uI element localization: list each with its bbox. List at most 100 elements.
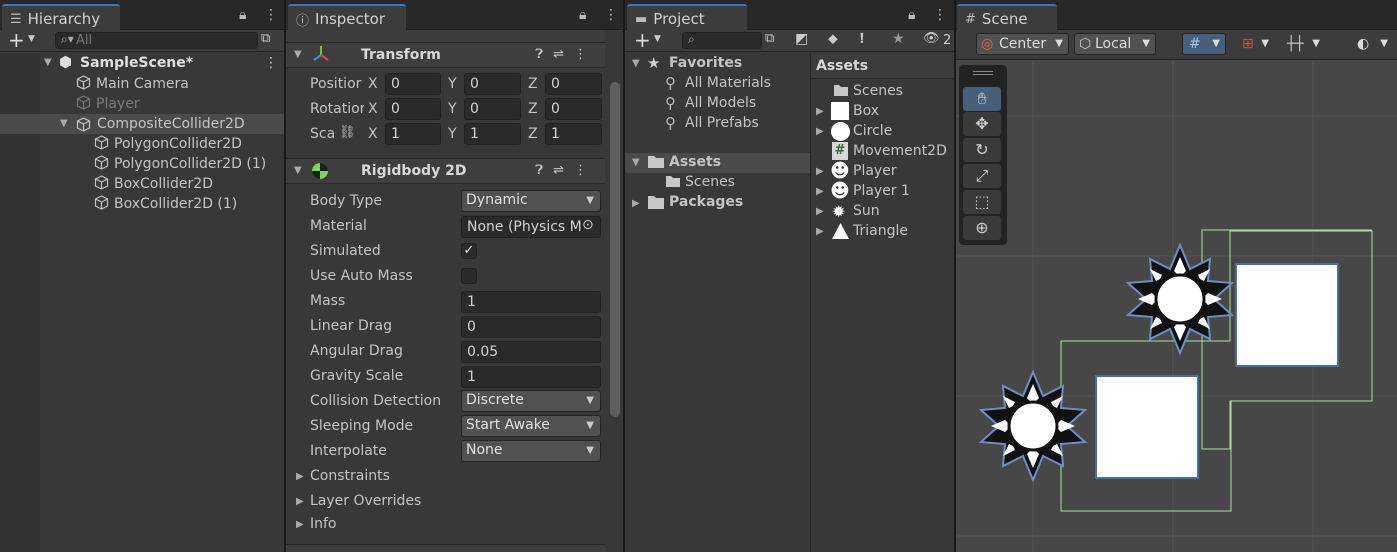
scale-x-label[interactable]: X xyxy=(368,126,378,142)
angular-drag-field[interactable]: 0.05 xyxy=(461,341,601,363)
favorites-header[interactable]: Favorites xyxy=(669,55,742,71)
material-field[interactable]: None (Physics M xyxy=(461,216,601,238)
filter-log-icon[interactable]: ❗︎ xyxy=(860,31,864,47)
assets-folder[interactable]: Assets xyxy=(669,154,721,170)
asset-player-1[interactable]: Player 1 xyxy=(853,183,910,199)
tool-palette-handle[interactable] xyxy=(973,71,993,75)
rigidbody-header[interactable]: ▼ Rigidbody 2D ❓︎⇌⋮ xyxy=(286,158,605,184)
expand-arrow-icon[interactable]: ▶ xyxy=(296,496,304,507)
scene-row[interactable]: ▼ ⬢ SampleScene* ⋮ xyxy=(0,53,284,73)
hierarchy-item-compositecollider2d[interactable]: ▼ CompositeCollider2D xyxy=(0,114,284,134)
grid-visibility-dropdown[interactable]: ┼┼ ▼ xyxy=(1280,33,1326,55)
lock-icon[interactable]: 🔒︎ xyxy=(239,7,246,23)
collapse-arrow-icon[interactable]: ▼ xyxy=(632,58,640,69)
collapse-arrow-icon[interactable]: ▼ xyxy=(60,114,68,134)
increment-snap-toggle[interactable]: ⊞ ▼ xyxy=(1235,33,1275,55)
scale-x-field[interactable]: 1 xyxy=(385,123,441,145)
scene-menu-icon[interactable]: ⋮ xyxy=(264,53,278,73)
rect-tool-button[interactable]: ⬚ xyxy=(963,190,1001,214)
asset-circle[interactable]: Circle xyxy=(853,123,892,139)
position-y-label[interactable]: Y xyxy=(448,76,457,92)
rotation-x-label[interactable]: X xyxy=(368,101,378,117)
expand-arrow-icon[interactable]: ▶ xyxy=(816,186,824,197)
add-dropdown-icon[interactable]: ▼ xyxy=(654,34,661,44)
collapse-arrow-icon[interactable]: ▼ xyxy=(632,157,640,168)
lock-icon[interactable]: 🔒︎ xyxy=(579,7,586,23)
hierarchy-item-boxcollider2d-1[interactable]: BoxCollider2D (1) xyxy=(94,194,237,214)
transform-tool-button[interactable]: ⊕ xyxy=(963,216,1001,240)
position-y-field[interactable]: 0 xyxy=(464,73,521,95)
scale-y-label[interactable]: Y xyxy=(448,126,457,142)
object-picker-icon[interactable]: ⊙ xyxy=(582,217,594,233)
more-menu-icon[interactable]: ⋮ xyxy=(264,7,278,23)
info-foldout[interactable]: Info xyxy=(310,516,337,532)
rotation-y-label[interactable]: Y xyxy=(448,101,457,117)
rotation-z-field[interactable]: 0 xyxy=(545,98,602,120)
scale-tool-button[interactable]: ⤢ xyxy=(963,164,1001,188)
asset-triangle[interactable]: Triangle xyxy=(853,223,908,239)
search-scope-icon[interactable]: ⧉ xyxy=(765,31,774,46)
collapse-arrow-icon[interactable]: ▼ xyxy=(44,53,52,73)
collapse-arrow-icon[interactable]: ▼ xyxy=(294,49,302,60)
tab-project[interactable]: ▬ Project xyxy=(627,4,747,30)
hand-tool-button[interactable]: ✋︎ xyxy=(963,87,1001,111)
transform-header[interactable]: ▼ Transform ❓︎⇌⋮ xyxy=(286,42,605,68)
sleeping-mode-dropdown[interactable]: Start Awake ▼ xyxy=(461,415,601,437)
hierarchy-item-player[interactable]: Player xyxy=(76,94,140,114)
pivot-local-dropdown[interactable]: ⬡ Local ▼ xyxy=(1074,33,1156,55)
rotate-tool-button[interactable]: ↻ xyxy=(963,138,1001,162)
hierarchy-search-input[interactable]: ⌕▾ All xyxy=(55,32,258,49)
gravity-scale-field[interactable]: 1 xyxy=(461,366,601,388)
position-z-field[interactable]: 0 xyxy=(545,73,602,95)
layer-overrides-foldout[interactable]: Layer Overrides xyxy=(310,493,421,509)
expand-arrow-icon[interactable]: ▶ xyxy=(816,206,824,217)
rotation-y-field[interactable]: 0 xyxy=(464,98,521,120)
pivot-center-dropdown[interactable]: ◎ Center ▼ xyxy=(976,33,1069,55)
interpolate-dropdown[interactable]: None ▼ xyxy=(461,440,601,462)
project-divider[interactable] xyxy=(810,53,811,552)
scale-z-field[interactable]: 1 xyxy=(545,123,602,145)
expand-arrow-icon[interactable]: ▶ xyxy=(816,126,824,137)
add-icon[interactable]: + xyxy=(634,28,651,52)
more-menu-icon[interactable]: ⋮ xyxy=(604,7,618,23)
linear-drag-field[interactable]: 0 xyxy=(461,316,601,338)
inspector-scrollbar[interactable] xyxy=(610,82,620,417)
grid-snapping-toggle[interactable]: # ▼ xyxy=(1182,33,1226,55)
scale-z-label[interactable]: Z xyxy=(528,126,538,142)
constrain-proportions-icon[interactable]: ⛓︎ xyxy=(339,125,356,140)
add-dropdown-icon[interactable]: ▼ xyxy=(28,34,35,44)
component-actions[interactable]: ❓︎⇌⋮ xyxy=(535,163,597,178)
body-type-dropdown[interactable]: Dynamic ▼ xyxy=(461,190,601,212)
hierarchy-item-polygoncollider2d[interactable]: PolygonCollider2D xyxy=(94,134,242,154)
component-actions[interactable]: ❓︎⇌⋮ xyxy=(535,47,597,62)
hierarchy-item-boxcollider2d[interactable]: BoxCollider2D xyxy=(94,174,213,194)
hidden-packages-icon[interactable]: 👁︎ xyxy=(923,31,940,46)
collision-detection-dropdown[interactable]: Discrete ▼ xyxy=(461,390,601,412)
tab-hierarchy[interactable]: ☰ Hierarchy xyxy=(2,4,120,30)
tab-inspector[interactable]: ⓘ Inspector xyxy=(288,4,406,30)
packages-folder[interactable]: Packages xyxy=(669,194,743,210)
scene-viewport[interactable] xyxy=(956,61,1397,552)
use-auto-mass-checkbox[interactable] xyxy=(461,268,477,284)
simulated-checkbox[interactable]: ✓ xyxy=(461,243,477,259)
expand-arrow-icon[interactable]: ▶ xyxy=(816,166,824,177)
asset-scenes[interactable]: Scenes xyxy=(853,83,903,99)
scenes-folder[interactable]: Scenes xyxy=(685,174,735,190)
position-x-label[interactable]: X xyxy=(368,76,378,92)
draw-mode-dropdown[interactable]: ◐ ▼ xyxy=(1350,33,1394,55)
lock-icon[interactable]: 🔒︎ xyxy=(908,7,915,23)
position-x-field[interactable]: 0 xyxy=(385,73,441,95)
favorite-all-prefabs[interactable]: All Prefabs xyxy=(685,115,759,131)
asset-player[interactable]: Player xyxy=(853,163,897,179)
project-search-input[interactable]: ⌕ xyxy=(682,32,762,49)
add-icon[interactable]: + xyxy=(8,28,25,52)
rotation-x-field[interactable]: 0 xyxy=(385,98,441,120)
mass-field[interactable]: 1 xyxy=(461,291,601,313)
collapse-arrow-icon[interactable]: ▼ xyxy=(294,165,302,176)
hierarchy-item-main-camera[interactable]: Main Camera xyxy=(76,74,189,94)
more-menu-icon[interactable]: ⋮ xyxy=(933,7,947,23)
asset-sun[interactable]: Sun xyxy=(853,203,880,219)
asset-box[interactable]: Box xyxy=(853,103,879,119)
asset-movement2d[interactable]: Movement2D xyxy=(853,143,947,159)
expand-arrow-icon[interactable]: ▶ xyxy=(632,198,640,209)
